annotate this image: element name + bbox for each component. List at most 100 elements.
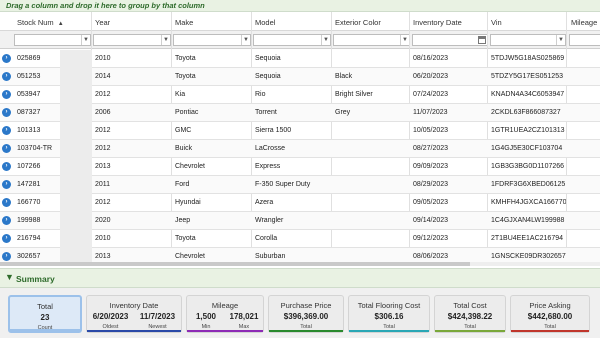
cell-vin[interactable]: KMHFH4JGXCA166770	[488, 194, 566, 212]
cell-color[interactable]	[332, 122, 408, 140]
summary-card-price-asking[interactable]: Price Asking $442,680.00 Total	[510, 295, 590, 333]
cell-color[interactable]	[332, 194, 408, 212]
cell-color[interactable]	[332, 176, 408, 194]
summary-card-mileage[interactable]: Mileage 1,500 178,021 Min Max	[186, 295, 264, 333]
cell-stock[interactable]: 025869	[14, 50, 90, 68]
cell-model[interactable]: Corolla	[252, 230, 330, 248]
cell-color[interactable]	[332, 158, 408, 176]
cell-year[interactable]: 2014	[92, 68, 170, 86]
cell-stock[interactable]: 166770	[14, 194, 90, 212]
chevron-down-icon[interactable]: ▼	[161, 35, 170, 45]
chevron-down-icon[interactable]: ▼	[400, 35, 409, 45]
column-header-year[interactable]: Year	[92, 12, 172, 31]
cell-date[interactable]: 08/29/2023	[410, 176, 486, 194]
cell-year[interactable]: 2010	[92, 230, 170, 248]
chevron-down-icon[interactable]: ▼	[556, 35, 565, 45]
cell-date[interactable]: 11/07/2023	[410, 104, 486, 122]
cell-year[interactable]: 2012	[92, 140, 170, 158]
cell-vin[interactable]: 2CKDL63F866087327	[488, 104, 566, 122]
cell-date[interactable]: 06/20/2023	[410, 68, 486, 86]
cell-stock[interactable]: 103704-TR	[14, 140, 90, 158]
column-header-stock-num[interactable]: Stock Num ▲	[14, 12, 90, 31]
expand-row-icon[interactable]: ›	[2, 216, 11, 225]
cell-vin[interactable]: 1C4GJXAN4LW199988	[488, 212, 566, 230]
column-header-model[interactable]: Model	[252, 12, 332, 31]
cell-make[interactable]: Toyota	[172, 230, 250, 248]
column-header-inventory-date[interactable]: Inventory Date	[410, 12, 488, 31]
summary-card-total-flooring-cost[interactable]: Total Flooring Cost $306.16 Total	[348, 295, 430, 333]
cell-model[interactable]: Torrent	[252, 104, 330, 122]
filter-make[interactable]: ▼	[173, 34, 251, 46]
cell-make[interactable]: Ford	[172, 176, 250, 194]
cell-model[interactable]: Sequoia	[252, 68, 330, 86]
table-row[interactable]: › 053947 2012 Kia Rio Bright Silver 07/24/2023…	[0, 86, 600, 104]
cell-date[interactable]: 08/16/2023	[410, 50, 486, 68]
column-header-exterior-color[interactable]: Exterior Color	[332, 12, 410, 31]
cell-stock[interactable]: 101313	[14, 122, 90, 140]
cell-make[interactable]: Buick	[172, 140, 250, 158]
expand-row-icon[interactable]: ›	[2, 108, 11, 117]
cell-date[interactable]: 09/12/2023	[410, 230, 486, 248]
table-row[interactable]: › 101313 2012 GMC Sierra 1500 10/05/2023 1GTR1…	[0, 122, 600, 140]
cell-year[interactable]: 2020	[92, 212, 170, 230]
summary-card-total-cost[interactable]: Total Cost $424,398.22 Total	[434, 295, 506, 333]
cell-model[interactable]: F-350 Super Duty	[252, 176, 330, 194]
filter-exterior-color[interactable]: ▼	[333, 34, 410, 46]
expand-row-icon[interactable]: ›	[2, 72, 11, 81]
cell-vin[interactable]: 1FDRF3G6XBED06125	[488, 176, 566, 194]
cell-date[interactable]: 09/05/2023	[410, 194, 486, 212]
chevron-down-icon[interactable]: ▼	[321, 35, 330, 45]
expand-row-icon[interactable]: ›	[2, 198, 11, 207]
cell-model[interactable]: Sierra 1500	[252, 122, 330, 140]
cell-date[interactable]: 09/14/2023	[410, 212, 486, 230]
cell-vin[interactable]: KNADN4A34C6053947	[488, 86, 566, 104]
table-row[interactable]: › 147281 2011 Ford F-350 Super Duty 08/29/202…	[0, 176, 600, 194]
cell-color[interactable]	[332, 50, 408, 68]
cell-color[interactable]	[332, 140, 408, 158]
expand-row-icon[interactable]: ›	[2, 234, 11, 243]
scrollbar-thumb[interactable]	[0, 262, 470, 266]
summary-card-inventory-date[interactable]: Inventory Date 6/20/2023 11/7/2023 Oldes…	[86, 295, 182, 333]
column-header-make[interactable]: Make	[172, 12, 252, 31]
filter-inventory-date[interactable]	[412, 34, 488, 46]
cell-vin[interactable]: 2T1BU4EE1AC216794	[488, 230, 566, 248]
cell-year[interactable]: 2006	[92, 104, 170, 122]
expand-row-icon[interactable]: ›	[2, 180, 11, 189]
cell-model[interactable]: Azera	[252, 194, 330, 212]
table-row[interactable]: › 087327 2006 Pontiac Torrent Grey 11/07/2023 2…	[0, 104, 600, 122]
cell-color[interactable]: Black	[332, 68, 408, 86]
cell-make[interactable]: Toyota	[172, 68, 250, 86]
table-row[interactable]: › 051253 2014 Toyota Sequoia Black 06/20/2023 5…	[0, 68, 600, 86]
cell-date[interactable]: 10/05/2023	[410, 122, 486, 140]
table-row[interactable]: › 103704-TR 2012 Buick LaCrosse 08/27/2023 1G4…	[0, 140, 600, 158]
calendar-icon[interactable]	[478, 36, 486, 44]
cell-vin[interactable]: 1GTR1UEA2CZ101313	[488, 122, 566, 140]
expand-row-icon[interactable]: ›	[2, 126, 11, 135]
column-header-vin[interactable]: Vin	[488, 12, 566, 31]
cell-date[interactable]: 07/24/2023	[410, 86, 486, 104]
cell-year[interactable]: 2012	[92, 194, 170, 212]
cell-color[interactable]	[332, 212, 408, 230]
table-row[interactable]: › 107266 2013 Chevrolet Express 09/09/2023 1GB…	[0, 158, 600, 176]
cell-stock[interactable]: 051253	[14, 68, 90, 86]
cell-date[interactable]: 08/27/2023	[410, 140, 486, 158]
cell-stock[interactable]: 053947	[14, 86, 90, 104]
table-row[interactable]: › 025869 2010 Toyota Sequoia 08/16/2023 5TDJW5…	[0, 50, 600, 68]
filter-vin[interactable]: ▼	[490, 34, 566, 46]
cell-make[interactable]: Chevrolet	[172, 158, 250, 176]
cell-stock[interactable]: 199988	[14, 212, 90, 230]
cell-vin[interactable]: 1GB3G3BG0D1107266	[488, 158, 566, 176]
cell-year[interactable]: 2012	[92, 86, 170, 104]
cell-model[interactable]: Wrangler	[252, 212, 330, 230]
cell-year[interactable]: 2013	[92, 158, 170, 176]
filter-year[interactable]: ▼	[93, 34, 171, 46]
expand-row-icon[interactable]: ›	[2, 90, 11, 99]
cell-date[interactable]: 09/09/2023	[410, 158, 486, 176]
cell-make[interactable]: GMC	[172, 122, 250, 140]
horizontal-scrollbar[interactable]	[0, 262, 600, 266]
cell-year[interactable]: 2010	[92, 50, 170, 68]
expand-row-icon[interactable]: ›	[2, 162, 11, 171]
cell-model[interactable]: LaCrosse	[252, 140, 330, 158]
expand-row-icon[interactable]: ›	[2, 252, 11, 261]
cell-year[interactable]: 2012	[92, 122, 170, 140]
